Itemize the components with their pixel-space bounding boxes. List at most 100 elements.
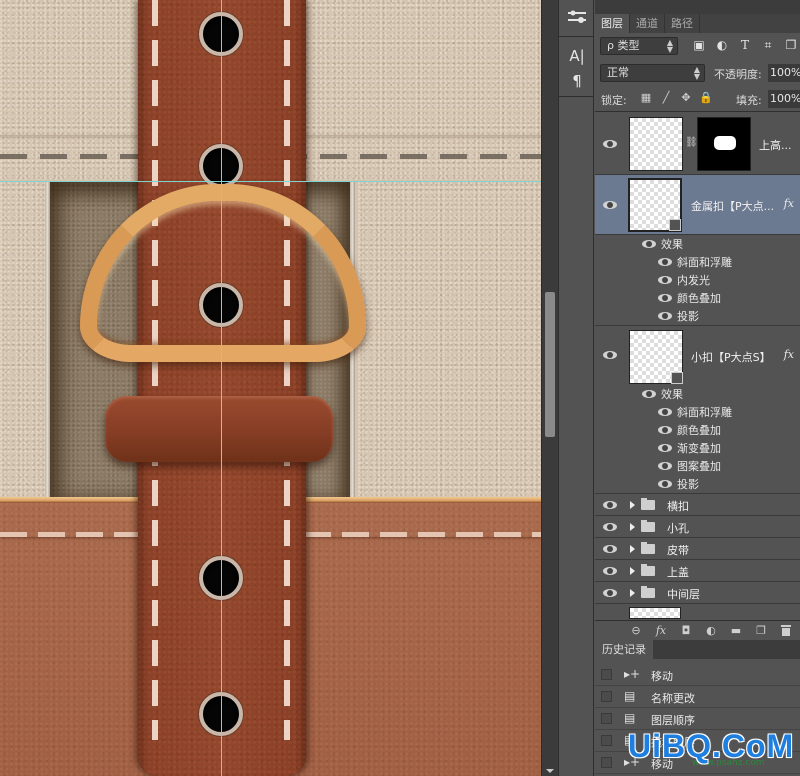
effect-item[interactable]: 渐变叠加 [595,439,800,457]
fx-badge-icon[interactable]: fx [784,197,794,210]
lock-position-icon[interactable]: ✥ [679,91,693,105]
history-state-icon: ▤ [624,689,636,703]
visibility-eye-icon[interactable] [603,544,617,554]
effect-eye-icon[interactable] [658,443,672,453]
tab-history[interactable]: 历史记录 [595,640,653,659]
expand-triangle-icon[interactable] [630,523,635,531]
lock-image-icon[interactable]: ╱ [659,91,673,105]
smart-object-filter-icon[interactable]: ❐ [783,37,799,53]
expand-triangle-icon[interactable] [630,589,635,597]
effect-item[interactable]: 颜色叠加 [595,289,800,307]
history-item[interactable]: ▸+ 移动 [595,664,800,686]
layer-row[interactable]: 小扣【P大点S】 fx [595,326,800,386]
layers-list[interactable]: ⛓ 上高... 金属扣【P大点... fx 效果 斜面和浮雕 内发光 颜色叠加 … [595,113,800,620]
history-item[interactable]: ▤ 名称更改 [595,686,800,708]
layer-filter-select[interactable]: ρ 类型 ▲ ▼ [600,37,678,55]
horizontal-guide[interactable] [0,181,541,182]
document-canvas[interactable] [0,0,541,776]
history-snapshot-checkbox[interactable] [601,713,612,724]
history-snapshot-checkbox[interactable] [601,757,612,768]
layer-row[interactable]: ⛓ 上高... [595,113,800,175]
layer-row-selected[interactable]: 金属扣【P大点... fx [595,175,800,235]
scrollbar-thumb[interactable] [545,292,555,437]
blend-row: 正常 ▲ ▼ 不透明度: 100% [595,60,800,86]
add-mask-icon[interactable]: ◘ [678,624,694,638]
effect-eye-icon[interactable] [658,257,672,267]
opacity-input[interactable]: 100% [768,64,800,82]
properties-panel-button[interactable] [565,8,589,30]
effect-item[interactable]: 内发光 [595,271,800,289]
lock-all-icon[interactable]: 🔒 [699,91,713,105]
effect-item[interactable]: 图案叠加 [595,457,800,475]
group-name: 横扣 [667,500,689,513]
layer-group-row[interactable]: 上盖 [595,560,800,582]
visibility-eye-icon[interactable] [603,500,617,510]
blend-mode-select[interactable]: 正常 ▲ ▼ [600,64,705,82]
effect-item[interactable]: 颜色叠加 [595,421,800,439]
image-filter-icon[interactable]: ▣ [691,37,707,53]
layer-group-row[interactable]: 皮带 [595,538,800,560]
vertical-guide[interactable] [221,0,222,776]
visibility-eye-icon[interactable] [603,139,617,149]
tab-channels[interactable]: 通道 [630,14,665,33]
visibility-eye-icon[interactable] [603,200,617,210]
visibility-eye-icon[interactable] [603,566,617,576]
adjustment-filter-icon[interactable]: ◐ [714,37,730,53]
expand-triangle-icon[interactable] [630,501,635,509]
expand-triangle-icon[interactable] [630,567,635,575]
fx-badge-icon[interactable]: fx [784,348,794,361]
history-snapshot-checkbox[interactable] [601,691,612,702]
history-snapshot-checkbox[interactable] [601,669,612,680]
effect-eye-icon[interactable] [658,311,672,321]
folder-icon [641,542,655,554]
effect-eye-icon[interactable] [642,389,656,399]
canvas-vertical-scrollbar[interactable] [541,0,558,776]
effect-eye-icon[interactable] [658,479,672,489]
effect-item[interactable]: 投影 [595,475,800,494]
layer-group-row[interactable]: 中间层 [595,582,800,604]
effects-label: 效果 [661,388,683,401]
effect-eye-icon[interactable] [658,461,672,471]
effects-header[interactable]: 效果 [595,385,800,403]
visibility-eye-icon[interactable] [603,350,617,360]
layer-mask-thumbnail[interactable] [697,117,751,171]
layer-thumbnail-partial [629,607,681,619]
adjustment-layer-icon[interactable]: ◐ [703,624,719,638]
scroll-down-arrow-icon[interactable] [546,769,554,773]
delete-layer-icon[interactable] [778,624,794,638]
effect-eye-icon[interactable] [658,407,672,417]
effects-header[interactable]: 效果 [595,235,800,253]
fx-icon[interactable]: fx [653,624,669,638]
effect-item[interactable]: 斜面和浮雕 [595,253,800,271]
effect-eye-icon[interactable] [658,275,672,285]
effect-item[interactable]: 斜面和浮雕 [595,403,800,421]
lock-transparent-icon[interactable]: ▦ [639,91,653,105]
filter-icons: ▣ ◐ T ⌗ ❐ [691,37,799,53]
visibility-eye-icon[interactable] [603,522,617,532]
layers-panel: 图层 通道 路径 ρ 类型 ▲ ▼ ▣ ◐ T ⌗ ❐ 正常 ▲ ▼ 不透明度: 1… [595,0,800,640]
tab-layers[interactable]: 图层 [595,14,630,33]
effect-label: 颜色叠加 [677,292,721,305]
layer-group-row[interactable]: 横扣 [595,494,800,516]
effect-eye-icon[interactable] [642,239,656,249]
paragraph-panel-button[interactable]: ¶ [565,70,589,92]
history-item[interactable]: ▤ 图层顺序 [595,708,800,730]
panel-icon-strip: A| ¶ [558,0,594,776]
layer-group-row[interactable]: 小孔 [595,516,800,538]
character-panel-button[interactable]: A| [565,45,589,67]
shape-filter-icon[interactable]: ⌗ [760,37,776,53]
effect-eye-icon[interactable] [658,293,672,303]
history-snapshot-checkbox[interactable] [601,735,612,746]
visibility-eye-icon[interactable] [603,588,617,598]
type-filter-icon[interactable]: T [737,37,753,53]
new-group-icon[interactable]: ▬ [728,624,744,638]
tab-paths[interactable]: 路径 [665,14,700,33]
effects-label: 效果 [661,238,683,251]
effect-eye-icon[interactable] [658,425,672,435]
fill-input[interactable]: 100% [768,90,800,108]
mask-link-icon[interactable]: ⛓ [685,137,698,148]
effect-item[interactable]: 投影 [595,307,800,326]
link-layers-icon[interactable]: ⊖ [628,624,644,638]
expand-triangle-icon[interactable] [630,545,635,553]
new-layer-icon[interactable]: ❐ [753,624,769,638]
